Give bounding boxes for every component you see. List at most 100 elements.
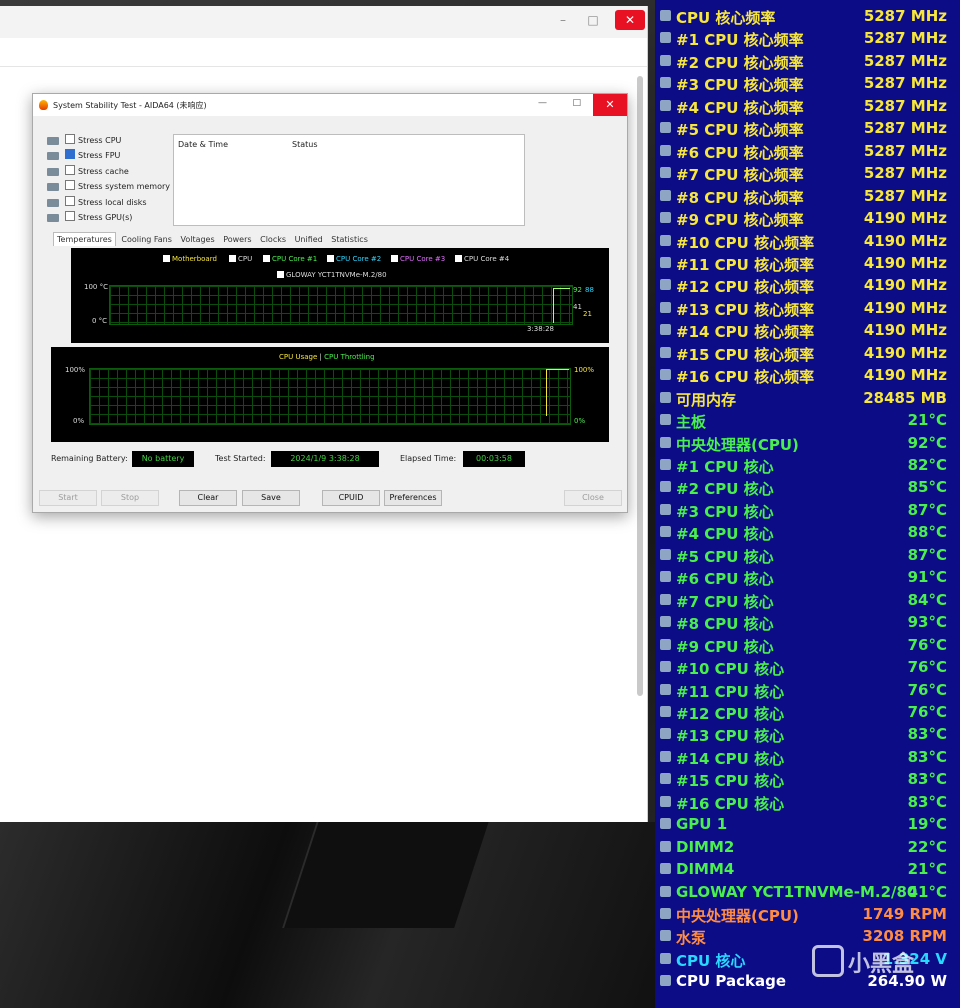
legend-core2[interactable]: CPU Core #2 [327, 255, 381, 263]
sensor-value: 4190 MHz [863, 253, 947, 272]
test-started-value: 2024/1/9 3:38:28 [271, 451, 379, 467]
cache-icon [47, 167, 59, 176]
close-icon[interactable]: ✕ [615, 10, 645, 30]
sensor-value: 87°C [907, 545, 947, 564]
stress-fpu-option[interactable]: Stress FPU [47, 149, 170, 164]
minimize-icon[interactable]: – [553, 10, 573, 30]
maximize-icon[interactable]: □ [583, 10, 603, 30]
legend-motherboard[interactable]: Motherboard [163, 255, 217, 263]
close-button[interactable]: Close [564, 490, 622, 506]
tab-unified[interactable]: Unified [292, 233, 326, 246]
save-button[interactable]: Save [242, 490, 300, 506]
sensor-value: 5287 MHz [863, 29, 947, 48]
sensor-icon [660, 212, 671, 224]
sensor-value: 1749 RPM [862, 905, 947, 923]
sensor-value: 85°C [907, 478, 947, 497]
status-log[interactable]: Date & Time Status [173, 134, 525, 226]
sensor-row: #4 CPU 核心频率 5287 MHz [655, 95, 960, 118]
minimize-icon[interactable]: — [538, 98, 547, 108]
sensor-value: 88°C [907, 523, 947, 542]
checkbox-checked[interactable] [391, 255, 398, 262]
checkbox[interactable] [65, 195, 75, 206]
sensor-row: #7 CPU 核心 84°C [655, 589, 960, 612]
sensor-value: 83°C [907, 792, 947, 811]
sensor-icon [660, 459, 671, 470]
stress-cpu-option[interactable]: Stress CPU [47, 134, 170, 149]
sensor-value: 4190 MHz [863, 231, 947, 250]
sensor-value: 5287 MHz [863, 141, 947, 160]
stress-gpu-option[interactable]: Stress GPU(s) [47, 210, 170, 226]
stress-cache-option[interactable]: Stress cache [47, 164, 170, 180]
checkbox-checked[interactable] [163, 255, 170, 262]
elapsed-label: Elapsed Time: [400, 454, 457, 463]
sensor-row: #14 CPU 核心频率 4190 MHz [655, 319, 960, 342]
legend-core4[interactable]: CPU Core #4 [455, 255, 509, 263]
scrollbar[interactable] [637, 76, 643, 696]
checkbox[interactable] [65, 164, 75, 175]
usage-right-top: 100% [574, 366, 595, 374]
sensor-icon [660, 661, 671, 673]
stop-button[interactable]: Stop [101, 490, 159, 506]
maximize-icon[interactable]: □ [572, 98, 581, 108]
temperature-graph: Motherboard CPU CPU Core #1 CPU Core #2 … [71, 248, 609, 343]
sensor-icon [660, 683, 671, 695]
checkbox-checked[interactable] [65, 149, 75, 160]
usage-legend: CPU Usage | CPU Throttling [279, 353, 375, 361]
checkbox-checked[interactable] [229, 255, 236, 262]
sensor-value: 4190 MHz [863, 321, 947, 340]
sensor-label: #3 CPU 核心频率 [676, 76, 804, 95]
tab-cooling-fans[interactable]: Cooling Fans [118, 233, 175, 246]
aida-stability-window[interactable]: System Stability Test - AIDA64 (未响应) — □… [32, 93, 628, 513]
gpu-icon [47, 213, 59, 222]
checkbox[interactable] [65, 210, 75, 221]
sensor-row: #10 CPU 核心频率 4190 MHz [655, 230, 960, 253]
sensor-icon [660, 32, 671, 44]
sensor-label: #6 CPU 核心 [676, 570, 774, 589]
start-button[interactable]: Start [39, 490, 97, 506]
sensor-value: 83°C [907, 770, 947, 789]
sensor-row: #11 CPU 核心频率 4190 MHz [655, 252, 960, 275]
legend-core3[interactable]: CPU Core #3 [391, 255, 445, 263]
checkbox-checked[interactable] [277, 271, 284, 278]
battery-label: Remaining Battery: [51, 454, 128, 463]
close-icon[interactable]: ✕ [593, 94, 627, 116]
sensor-label: #1 CPU 核心频率 [676, 31, 804, 50]
tab-powers[interactable]: Powers [220, 233, 254, 246]
legend-cpu[interactable]: CPU [229, 255, 252, 263]
sensor-label: #7 CPU 核心 [676, 592, 774, 611]
checkbox[interactable] [65, 180, 75, 191]
sensor-icon [660, 616, 671, 628]
legend-ssd[interactable]: GLOWAY YCT1TNVMe-M.2/80 [277, 271, 387, 279]
cpuid-button[interactable]: CPUID [322, 490, 380, 506]
tab-temperatures[interactable]: Temperatures [53, 232, 116, 246]
sensor-label: #13 CPU 核心频率 [676, 300, 815, 319]
clear-button[interactable]: Clear [179, 490, 237, 506]
usage-right-bottom: 0% [574, 417, 586, 425]
aida-flame-icon [39, 100, 48, 110]
temp-current-92: 92 [573, 286, 582, 294]
stress-memory-option[interactable]: Stress system memory [47, 180, 170, 195]
background-window-titlebar[interactable]: – □ ✕ [0, 6, 647, 38]
preferences-button[interactable]: Preferences [384, 490, 442, 506]
tab-voltages[interactable]: Voltages [177, 233, 217, 246]
sensor-row: #6 CPU 核心频率 5287 MHz [655, 140, 960, 163]
sensor-icon [660, 593, 671, 605]
sensor-row: #12 CPU 核心频率 4190 MHz [655, 274, 960, 297]
aida-titlebar[interactable]: System Stability Test - AIDA64 (未响应) — □… [33, 94, 627, 116]
checkbox[interactable] [65, 134, 75, 144]
sensor-icon [660, 930, 671, 942]
stress-disks-option[interactable]: Stress local disks [47, 195, 170, 211]
checkbox-checked[interactable] [263, 255, 270, 262]
checkbox-checked[interactable] [455, 255, 462, 262]
sensor-value: 92°C [907, 433, 947, 452]
disk-icon [47, 198, 59, 207]
legend-core1[interactable]: CPU Core #1 [263, 255, 317, 263]
sensor-icon [660, 301, 671, 313]
sensor-value: 87°C [907, 500, 947, 519]
tab-statistics[interactable]: Statistics [328, 233, 371, 246]
sensor-row: #13 CPU 核心频率 4190 MHz [655, 297, 960, 320]
temp-axis-top: 100 °C [84, 283, 108, 291]
checkbox-checked[interactable] [327, 255, 334, 262]
aida-title: System Stability Test - AIDA64 (未响应) [53, 101, 207, 110]
tab-clocks[interactable]: Clocks [257, 233, 289, 246]
